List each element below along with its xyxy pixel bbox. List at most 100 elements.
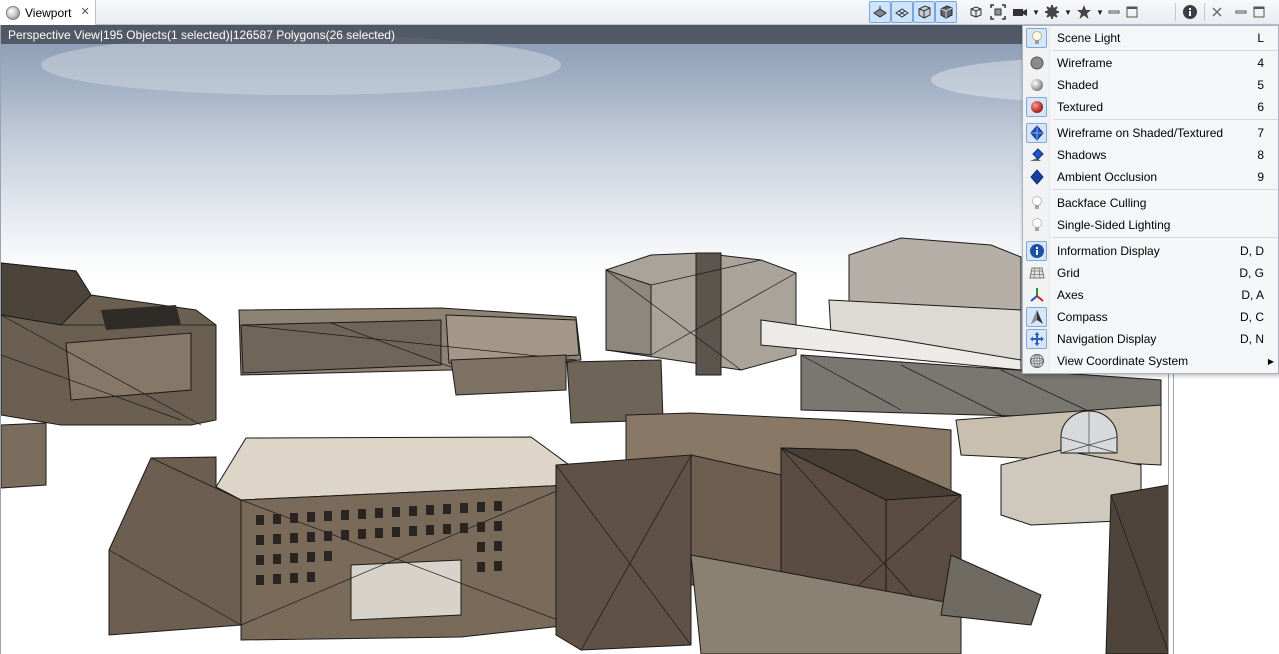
menu-item-ambient-occlusion[interactable]: Ambient Occlusion 9 [1023, 166, 1278, 188]
minimize-icon[interactable] [1232, 1, 1250, 23]
menu-item-compass[interactable]: Compass D, C [1023, 306, 1278, 328]
menu-item-label: Grid [1057, 266, 1080, 280]
menu-item-shortcut: D, C [1240, 310, 1264, 324]
shadows-icon [1026, 145, 1047, 165]
info-icon [1026, 241, 1047, 261]
globe-grid-icon [1026, 351, 1047, 371]
menu-item-label: Information Display [1057, 244, 1160, 258]
menu-item-label: Textured [1057, 100, 1104, 114]
viewport-info-bar: Perspective View | 195 Objects (1 select… [1, 25, 1168, 44]
menu-item-shortcut: D, A [1241, 288, 1264, 302]
shaded-sphere-icon [1026, 75, 1047, 95]
menu-item-label: Navigation Display [1057, 332, 1157, 346]
menu-item-label: Axes [1057, 288, 1084, 302]
info-panel-icon[interactable] [1179, 1, 1201, 23]
menu-item-shadows[interactable]: Shadows 8 [1023, 144, 1278, 166]
menu-item-single-sided-lighting[interactable]: Single-Sided Lighting [1023, 214, 1278, 236]
menu-item-textured[interactable]: Textured 6 [1023, 96, 1278, 118]
gear-dropdown-icon[interactable]: ▼ [1063, 8, 1073, 17]
camera-dropdown-icon[interactable]: ▼ [1031, 8, 1041, 17]
menu-item-shortcut: D, D [1240, 244, 1264, 258]
menu-item-shortcut: 9 [1257, 170, 1264, 184]
menu-item-shortcut: L [1257, 31, 1264, 45]
wire-view-icon[interactable] [891, 1, 913, 23]
menu-item-shortcut: D, N [1240, 332, 1264, 346]
compass-icon [1026, 307, 1047, 327]
menu-item-label: Wireframe [1057, 56, 1113, 70]
tools-toolbar: ▼ ▼ ▼ [965, 1, 1141, 23]
close-icon[interactable]: ✕ [80, 7, 89, 18]
menu-item-shortcut: 8 [1257, 148, 1264, 162]
toolbar-divider [1175, 3, 1176, 21]
solid-view-icon[interactable] [869, 1, 891, 23]
menu-item-label: Scene Light [1057, 31, 1121, 45]
object-selected-count: (1 selected) [167, 27, 230, 42]
ambient-occlusion-icon [1026, 167, 1047, 187]
menu-item-shaded[interactable]: Shaded 5 [1023, 74, 1278, 96]
bulb-icon [1026, 28, 1047, 48]
navigation-icon [1026, 329, 1047, 349]
textured-sphere-icon [1026, 97, 1047, 117]
bulb-icon [1026, 215, 1047, 235]
bulb-icon [1026, 193, 1047, 213]
menu-item-label: Ambient Occlusion [1057, 170, 1158, 184]
viewport-tab-bar: Viewport ✕ ▼ ▼ ▼ [0, 0, 1279, 25]
menu-item-information-display[interactable]: Information Display D, D [1023, 240, 1278, 262]
inspector-toolbar [1172, 1, 1268, 23]
viewport-globe-icon [6, 5, 20, 20]
menu-item-axes[interactable]: Axes D, A [1023, 284, 1278, 306]
menu-item-label: Single-Sided Lighting [1057, 218, 1171, 232]
menu-item-shortcut: 7 [1257, 126, 1264, 140]
building-right-foreground[interactable] [1105, 484, 1168, 654]
star-dropdown-icon[interactable]: ▼ [1095, 8, 1105, 17]
city-model-render[interactable] [1, 25, 1168, 654]
viewport-tab[interactable]: Viewport ✕ [0, 0, 96, 25]
menu-item-backface-culling[interactable]: Backface Culling [1023, 192, 1278, 214]
menu-item-navigation-display[interactable]: Navigation Display D, N [1023, 328, 1278, 350]
viewport-tab-title: Viewport [25, 5, 72, 20]
building-foreground-main[interactable] [108, 436, 577, 641]
view-name: Perspective View [8, 27, 100, 42]
menu-item-shortcut: 5 [1257, 78, 1264, 92]
star-icon[interactable] [1073, 1, 1095, 23]
panel-divider [1173, 374, 1174, 654]
menu-item-label: Compass [1057, 310, 1108, 324]
submenu-arrow-icon: ▶ [1267, 356, 1274, 366]
menu-separator [1053, 189, 1278, 190]
cube-select-icon[interactable] [965, 1, 987, 23]
building-long-low[interactable] [238, 307, 582, 396]
menu-separator [1053, 50, 1278, 51]
maximize-icon[interactable] [1123, 1, 1141, 23]
view-mode-toolbar [869, 1, 957, 23]
menu-item-label: Backface Culling [1057, 196, 1147, 210]
grid-icon [1026, 263, 1047, 283]
menu-item-shortcut: D, G [1239, 266, 1264, 280]
building-far-left[interactable] [1, 262, 217, 489]
display-options-menu: Scene Light L Wireframe 4 Shaded 5 Textu… [1022, 25, 1279, 374]
frame-selection-icon[interactable] [987, 1, 1009, 23]
gear-icon[interactable] [1041, 1, 1063, 23]
minimize-icon[interactable] [1105, 1, 1123, 23]
menu-item-wireframe-on-shaded[interactable]: Wireframe on Shaded/Textured 7 [1023, 122, 1278, 144]
menu-item-label: Shadows [1057, 148, 1107, 162]
gray-sphere-icon [1026, 53, 1047, 73]
object-count: 195 Objects [102, 27, 167, 42]
maximize-icon[interactable] [1250, 1, 1268, 23]
menu-item-wireframe[interactable]: Wireframe 4 [1023, 52, 1278, 74]
camera-icon[interactable] [1009, 1, 1031, 23]
menu-item-scene-light[interactable]: Scene Light L [1023, 27, 1278, 49]
menu-item-shortcut: 4 [1257, 56, 1264, 70]
close-icon[interactable] [1208, 1, 1226, 23]
menu-item-label: View Coordinate System [1057, 354, 1189, 368]
menu-item-grid[interactable]: Grid D, G [1023, 262, 1278, 284]
wire-on-shaded-icon [1026, 123, 1047, 143]
polygon-selected-count: (26 selected) [325, 27, 395, 42]
menu-item-view-coordinate-system[interactable]: View Coordinate System ▶ [1023, 350, 1278, 372]
menu-item-shortcut: 6 [1257, 100, 1264, 114]
polygon-count: 126587 Polygons [232, 27, 326, 42]
textured-box-view-icon[interactable] [935, 1, 957, 23]
box-view-icon[interactable] [913, 1, 935, 23]
3d-viewport[interactable]: Perspective View | 195 Objects (1 select… [0, 25, 1168, 654]
menu-separator [1053, 237, 1278, 238]
menu-item-label: Shaded [1057, 78, 1099, 92]
